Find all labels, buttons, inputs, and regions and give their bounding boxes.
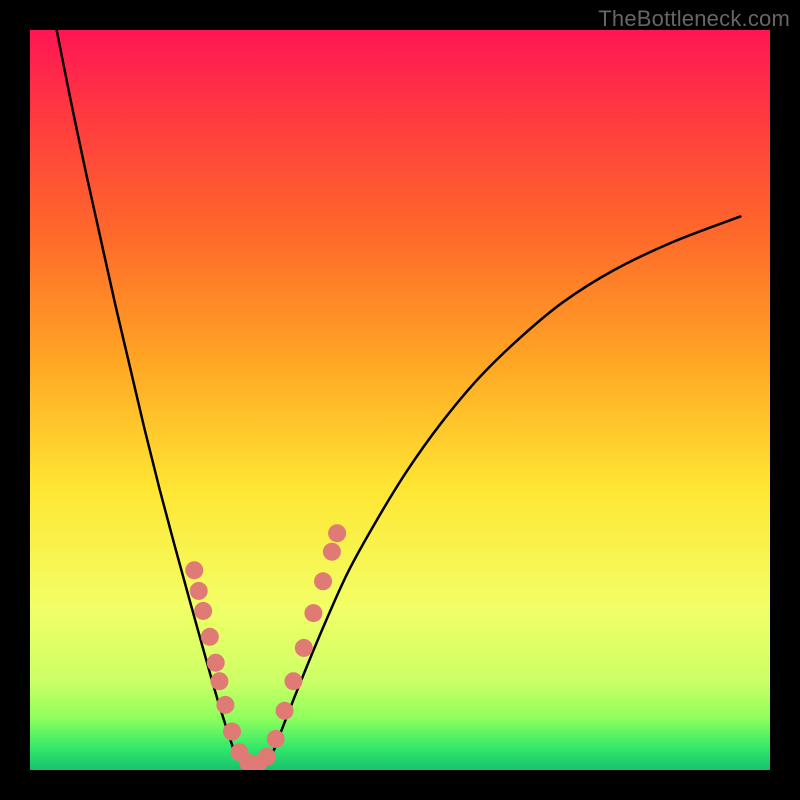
marker-dot	[295, 639, 313, 657]
marker-dot	[284, 672, 302, 690]
marker-dot	[216, 696, 234, 714]
marker-dot	[258, 748, 276, 766]
marker-dot	[207, 654, 225, 672]
chart-svg	[30, 30, 770, 770]
marker-dot	[323, 543, 341, 561]
marker-dot	[328, 524, 346, 542]
marker-dot	[201, 628, 219, 646]
plot-area	[30, 30, 770, 770]
marker-dot	[190, 582, 208, 600]
marker-dot	[185, 561, 203, 579]
marker-dot	[223, 723, 241, 741]
chart-background	[30, 30, 770, 770]
watermark-text: TheBottleneck.com	[598, 6, 790, 32]
marker-dot	[267, 730, 285, 748]
marker-dot	[314, 572, 332, 590]
marker-dot	[210, 672, 228, 690]
marker-dot	[194, 602, 212, 620]
chart-frame: TheBottleneck.com	[0, 0, 800, 800]
marker-dot	[304, 604, 322, 622]
marker-dot	[276, 702, 294, 720]
